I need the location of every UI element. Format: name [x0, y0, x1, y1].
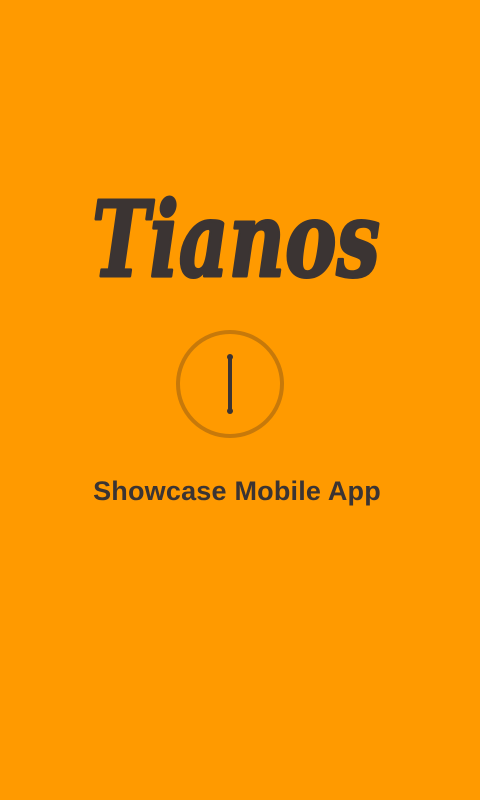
splash-screen: Tianos Showcase Mobile App — [0, 0, 480, 800]
loading-spinner-icon — [174, 328, 286, 440]
app-logo-text: Tianos — [92, 178, 380, 296]
app-tagline: Showcase Mobile App — [93, 476, 381, 506]
app-logo: Tianos — [0, 176, 480, 297]
